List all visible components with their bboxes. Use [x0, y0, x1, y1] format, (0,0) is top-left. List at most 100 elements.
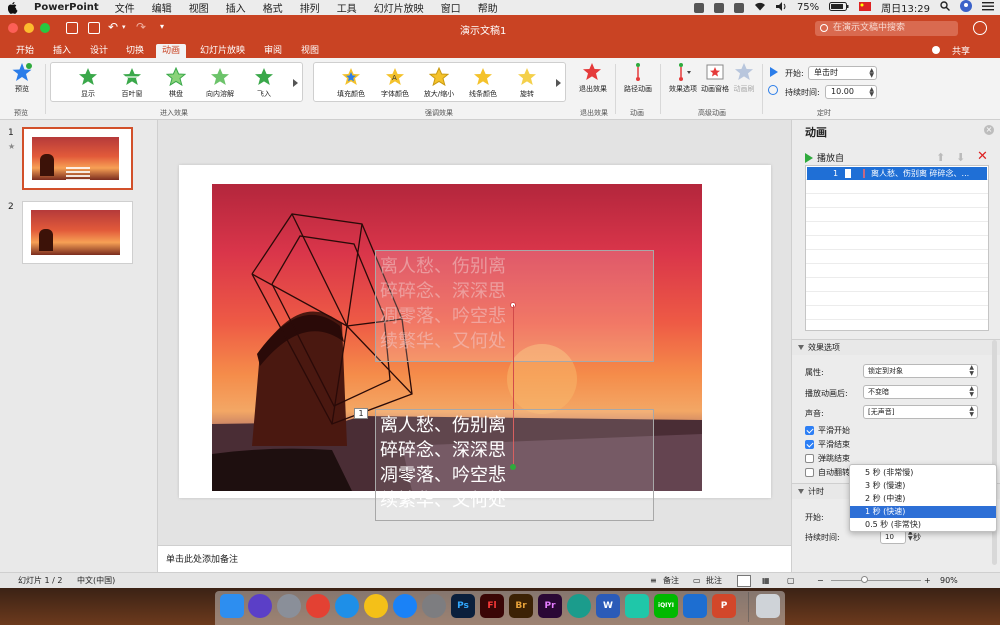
wifi-icon[interactable]: [754, 2, 766, 14]
tab-design[interactable]: 设计: [90, 44, 108, 58]
slide-sorter-icon[interactable]: ▦: [762, 573, 770, 588]
sound-select[interactable]: [无声音] ▲ ▼: [863, 405, 978, 419]
undo-icon[interactable]: ↶: [108, 20, 118, 34]
notes-toggle[interactable]: 备注: [663, 573, 679, 588]
slide-thumbnail-2[interactable]: [22, 201, 133, 264]
trash-icon[interactable]: [756, 594, 780, 618]
zoom-level[interactable]: 90%: [940, 573, 958, 588]
word-icon[interactable]: W: [596, 594, 620, 618]
tab-review[interactable]: 审阅: [264, 44, 282, 58]
zoom-slider[interactable]: [831, 580, 921, 581]
status-app-icon[interactable]: [693, 2, 704, 13]
path-animation-button[interactable]: 路径动画: [616, 58, 660, 108]
duration-option[interactable]: 0.5 秒 (非常快): [850, 519, 996, 531]
menu-format[interactable]: 格式: [263, 0, 283, 15]
share-person-icon[interactable]: [932, 46, 940, 54]
menu-tools[interactable]: 工具: [337, 0, 357, 15]
spotlight-icon[interactable]: [940, 1, 950, 14]
duration-option[interactable]: 3 秒 (慢速): [850, 480, 996, 492]
close-icon[interactable]: ×: [984, 125, 994, 135]
status-app-icon[interactable]: [733, 2, 744, 13]
auto-reverse-checkbox[interactable]: 自动翻转: [805, 467, 850, 478]
launchpad-icon[interactable]: [277, 594, 301, 618]
duration-option[interactable]: 2 秒 (中速): [850, 493, 996, 505]
menu-edit[interactable]: 编辑: [152, 0, 172, 15]
tab-animations[interactable]: 动画: [156, 44, 187, 58]
iqiyi-icon[interactable]: iQIYI: [654, 594, 678, 618]
siri-icon[interactable]: [248, 594, 272, 618]
effect-appear[interactable]: 显示: [66, 63, 110, 113]
chrome-icon[interactable]: [306, 594, 330, 618]
menu-file[interactable]: 文件: [115, 0, 135, 15]
smooth-start-checkbox[interactable]: 平滑开始: [805, 425, 850, 436]
notes-icon[interactable]: ≡: [650, 573, 657, 588]
effect-dissolve-in[interactable]: 向内溶解: [198, 63, 242, 113]
save-icon[interactable]: [88, 22, 100, 34]
tab-home[interactable]: 开始: [16, 44, 34, 58]
animation-order-badge[interactable]: 1: [354, 408, 368, 419]
tab-transitions[interactable]: 切换: [126, 44, 144, 58]
start-select[interactable]: 单击时 ▲ ▼: [808, 66, 877, 80]
duration-stepper-input[interactable]: 10: [880, 530, 906, 544]
comments-icon[interactable]: ▭: [693, 573, 701, 588]
bounce-end-checkbox[interactable]: 弹跳结束: [805, 453, 850, 464]
slide-thumbnail-1[interactable]: [22, 127, 133, 190]
preview-button[interactable]: 预览: [0, 58, 44, 108]
effect-grow-shrink[interactable]: 放大/缩小: [417, 63, 461, 113]
battery-percent[interactable]: 75%: [797, 2, 819, 13]
effect-font-color[interactable]: A 字体颜色: [373, 63, 417, 113]
share-button[interactable]: 共享: [952, 44, 970, 57]
menu-help[interactable]: 帮助: [478, 0, 498, 15]
close-window-button[interactable]: [8, 23, 18, 33]
zoom-in-icon[interactable]: +: [924, 573, 931, 588]
menubar-app-name[interactable]: PowerPoint: [34, 2, 99, 13]
minimize-window-button[interactable]: [24, 23, 34, 33]
effect-checkerboard[interactable]: 棋盘: [154, 63, 198, 113]
menu-view[interactable]: 视图: [189, 0, 209, 15]
zoom-slider-thumb[interactable]: [861, 576, 868, 583]
play-from-button[interactable]: 播放自: [805, 151, 844, 164]
volume-icon[interactable]: [775, 1, 787, 14]
status-app-icon[interactable]: [713, 2, 724, 13]
tab-insert[interactable]: 插入: [53, 44, 71, 58]
tab-view[interactable]: 视图: [301, 44, 319, 58]
exit-effects-button[interactable]: 退出效果: [571, 58, 615, 108]
menu-insert[interactable]: 插入: [226, 0, 246, 15]
battery-icon[interactable]: [829, 1, 849, 14]
notification-center-icon[interactable]: [982, 1, 994, 14]
app-store-icon[interactable]: [393, 594, 417, 618]
move-up-icon[interactable]: ⬆: [936, 151, 945, 164]
flag-icon[interactable]: [859, 1, 872, 14]
effect-line-color[interactable]: 线条颜色: [461, 63, 505, 113]
language-indicator[interactable]: 中文(中国): [77, 573, 115, 588]
menubar-clock[interactable]: 周日13:29: [881, 0, 930, 15]
sidebar-toggle-icon[interactable]: [66, 22, 78, 34]
effect-spin[interactable]: 旋转: [505, 63, 549, 113]
smooth-end-checkbox[interactable]: 平滑结束: [805, 439, 850, 450]
duration-option-selected[interactable]: 1 秒 (快速): [850, 506, 996, 518]
qq-icon[interactable]: [364, 594, 388, 618]
after-animation-select[interactable]: 不变暗 ▲ ▼: [863, 385, 978, 399]
effect-options-section[interactable]: 效果选项: [792, 339, 1000, 355]
notes-area[interactable]: 单击此处添加备注: [158, 545, 791, 572]
comments-toggle[interactable]: 批注: [706, 573, 722, 588]
safari-icon[interactable]: [335, 594, 359, 618]
finder-icon[interactable]: [220, 594, 244, 618]
effect-blinds[interactable]: 百叶窗: [110, 63, 154, 113]
reading-view-icon[interactable]: ▢: [787, 573, 795, 588]
duration-input[interactable]: 10.00 ▲ ▼: [825, 85, 877, 99]
bridge-icon[interactable]: Br: [509, 594, 533, 618]
motion-path-end-dot[interactable]: [510, 464, 516, 470]
zoom-window-button[interactable]: [40, 23, 50, 33]
apple-menu-icon[interactable]: [7, 1, 20, 14]
tab-slideshow[interactable]: 幻灯片放映: [200, 44, 245, 58]
animation-painter-button[interactable]: 动画刷: [722, 58, 766, 108]
delete-animation-icon[interactable]: ✕: [977, 149, 988, 164]
menu-arrange[interactable]: 排列: [300, 0, 320, 15]
premiere-icon[interactable]: Pr: [538, 594, 562, 618]
edge-icon[interactable]: [567, 594, 591, 618]
flash-icon[interactable]: Fl: [480, 594, 504, 618]
effect-fly-in[interactable]: 飞入: [242, 63, 286, 113]
powerpoint-icon[interactable]: P: [712, 594, 736, 618]
feedback-smiley-icon[interactable]: [973, 21, 987, 35]
